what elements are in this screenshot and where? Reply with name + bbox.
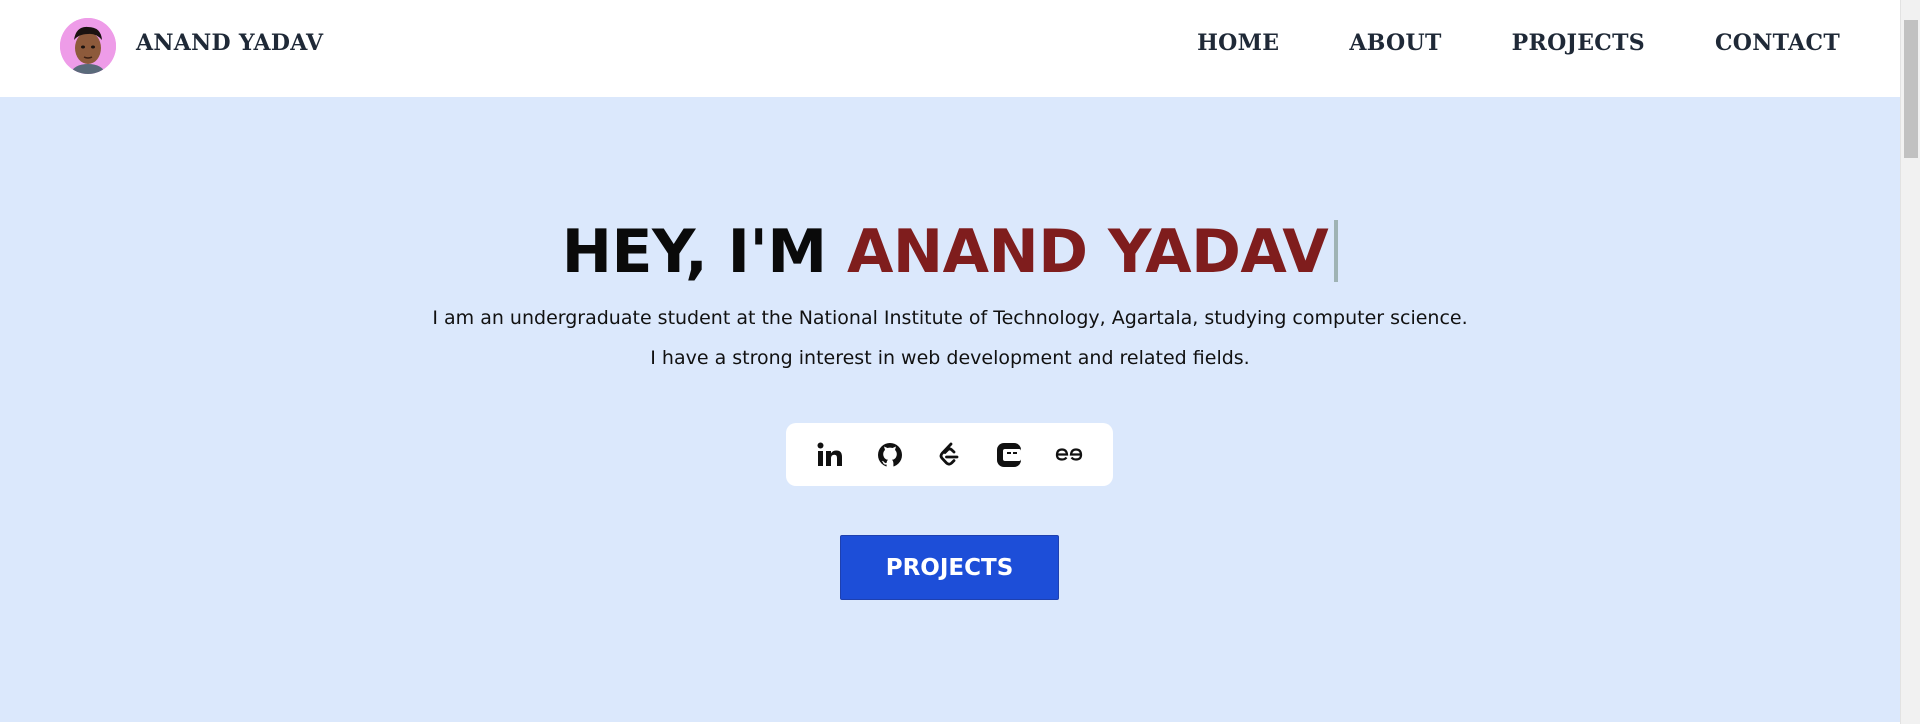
hero-headline: HEY, I'M ANAND YADAV — [0, 217, 1900, 287]
scrollbar-thumb[interactable] — [1904, 20, 1918, 158]
nav-about[interactable]: ABOUT — [1349, 30, 1441, 56]
nav-contact[interactable]: CONTACT — [1715, 30, 1840, 56]
github-icon[interactable] — [872, 437, 908, 473]
hero-description-line1: I am an undergraduate student at the Nat… — [432, 307, 1468, 329]
page: ANAND YADAV HOME ABOUT PROJECTS CONTACT … — [0, 0, 1900, 724]
brand-name[interactable]: ANAND YADAV — [136, 30, 323, 56]
site-header: ANAND YADAV HOME ABOUT PROJECTS CONTACT — [0, 0, 1900, 97]
social-links — [786, 423, 1113, 486]
avatar — [60, 18, 116, 74]
leetcode-icon[interactable] — [931, 437, 967, 473]
hero-description-line2: I have a strong interest in web developm… — [650, 347, 1250, 369]
hero-section: HEY, I'M ANAND YADAV I am an undergradua… — [0, 97, 1900, 722]
main-nav: HOME ABOUT PROJECTS CONTACT — [1127, 30, 1840, 56]
nav-projects[interactable]: PROJECTS — [1512, 30, 1645, 56]
nav-home[interactable]: HOME — [1197, 30, 1279, 56]
page-scrollbar[interactable] — [1900, 0, 1920, 724]
geeksforgeeks-icon[interactable] — [1051, 437, 1087, 473]
greeting-text: HEY, I'M — [561, 217, 847, 287]
hero-name: ANAND YADAV — [846, 217, 1329, 287]
linkedin-icon[interactable] — [812, 437, 848, 473]
codechef-icon[interactable] — [991, 437, 1027, 473]
typing-caret — [1334, 220, 1339, 282]
projects-button[interactable]: PROJECTS — [840, 535, 1059, 600]
